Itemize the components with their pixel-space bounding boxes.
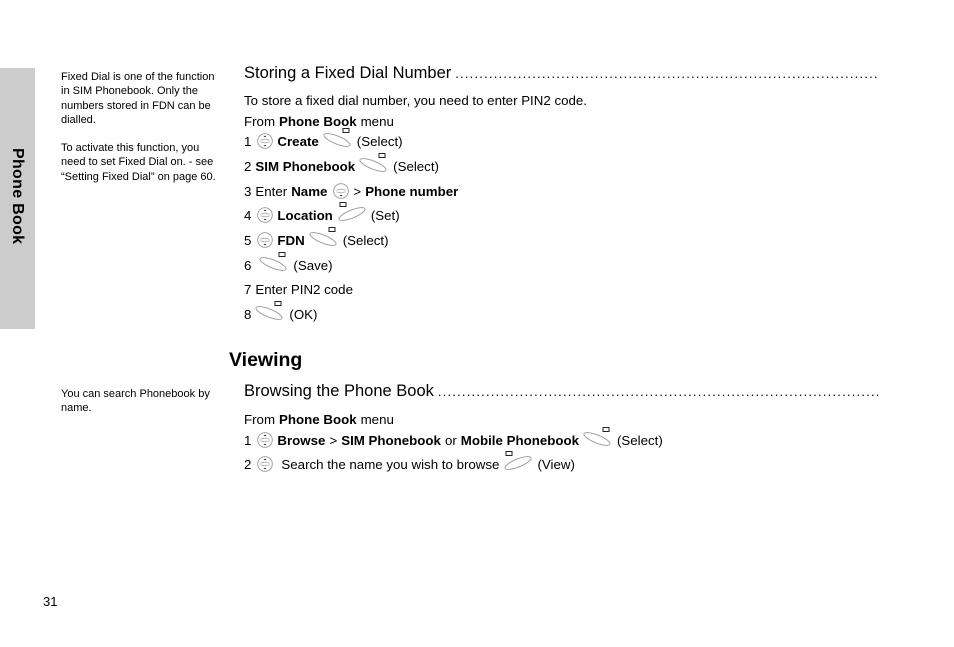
step-number: 7: [244, 281, 252, 297]
left-soft-key-icon: [503, 451, 533, 471]
navigation-key-up-down-icon: [257, 456, 274, 472]
step-text: Enter PIN2 code: [255, 281, 353, 297]
step-action: (View): [537, 456, 575, 472]
search-note-text: You can search Phonebook by name.: [61, 388, 210, 415]
step-number: 4: [244, 207, 252, 223]
storing-step-8: 8 (OK): [244, 301, 318, 323]
viewing-section-title: Viewing: [229, 349, 303, 371]
step-separator: >: [329, 432, 338, 448]
step-option: Browse: [277, 432, 326, 448]
storing-step-4: 4 Location (Set): [244, 202, 400, 224]
storing-heading: Storing a Fixed Dial Number: [244, 64, 878, 83]
browsing-step-2: 2 Search the name you wish to browse (Vi…: [244, 451, 575, 473]
step-option-2: Phone number: [365, 183, 459, 199]
step-option: FDN: [277, 232, 305, 248]
chapter-side-tab: Phone Book: [0, 68, 35, 329]
right-soft-key-icon: [309, 227, 339, 247]
step-separator: >: [353, 183, 362, 199]
step-number: 1: [244, 432, 252, 448]
step-action: (Select): [342, 232, 389, 248]
menu-name: Phone Book: [279, 411, 357, 427]
storing-intro: To store a fixed dial number, you need t…: [244, 91, 587, 109]
storing-step-2: 2 SIM Phonebook (Select): [244, 153, 439, 175]
chapter-label: Phone Book: [9, 148, 26, 245]
navigation-key-down-icon: [333, 183, 350, 199]
step-number: 8: [244, 306, 252, 322]
browsing-step-1: 1 Browse > SIM Phonebook or Mobile Phone…: [244, 427, 663, 449]
storing-step-5: 5 FDN (Select): [244, 227, 389, 249]
navigation-key-up-down-icon: [257, 207, 274, 223]
step-option-3: Mobile Phonebook: [460, 432, 579, 448]
storing-from-menu: From Phone Book menu: [244, 112, 394, 130]
browsing-heading-text: Browsing the Phone Book: [244, 382, 434, 400]
step-option: Name: [291, 183, 328, 199]
step-option: SIM Phonebook: [255, 158, 356, 174]
storing-step-7: 7 Enter PIN2 code: [244, 280, 353, 298]
right-soft-key-icon: [323, 128, 353, 148]
step-option: Location: [277, 207, 333, 223]
step-action: (Select): [356, 133, 403, 149]
step-action: (Save): [293, 257, 333, 273]
step-prefix: Enter: [255, 183, 288, 199]
navigation-key-up-down-icon: [257, 133, 274, 149]
navigation-key-up-down-icon: [257, 432, 274, 448]
step-option-2: SIM Phonebook: [341, 432, 441, 448]
left-soft-key-icon: [337, 202, 367, 222]
step-action: (Select): [616, 432, 663, 448]
step-action: (Set): [370, 207, 400, 223]
dotted-leader: [455, 66, 878, 81]
step-number: 1: [244, 133, 252, 149]
right-soft-key-icon: [583, 427, 613, 447]
step-action: (Select): [393, 158, 439, 174]
fdn-margin-note: Fixed Dial is one of the function in SIM…: [61, 70, 226, 184]
from-suffix: menu: [360, 411, 394, 427]
browsing-heading: Browsing the Phone Book: [244, 382, 878, 401]
storing-intro-text: To store a fixed dial number, you need t…: [244, 92, 587, 108]
step-number: 5: [244, 232, 252, 248]
dotted-leader: [438, 384, 878, 399]
storing-step-6: 6 (Save): [244, 252, 333, 274]
step-number: 2: [244, 158, 252, 174]
browsing-from-menu: From Phone Book menu: [244, 410, 394, 428]
right-soft-key-icon: [259, 252, 289, 272]
navigation-key-down-icon: [257, 232, 274, 248]
step-text: Search the name you wish to browse: [281, 456, 500, 472]
storing-heading-text: Storing a Fixed Dial Number: [244, 64, 452, 82]
step-option: Create: [277, 133, 319, 149]
storing-step-1: 1 Create (Select): [244, 128, 403, 150]
fdn-note-para-2: To activate this function, you need to s…: [61, 142, 216, 183]
step-conjunction: or: [444, 432, 457, 448]
from-prefix: From: [244, 411, 276, 427]
step-action: (OK): [289, 306, 318, 322]
menu-name: Phone Book: [279, 113, 357, 129]
step-number: 3: [244, 183, 252, 199]
step-number: 2: [244, 456, 252, 472]
from-suffix: menu: [360, 113, 394, 129]
page-number: 31: [43, 594, 58, 609]
from-prefix: From: [244, 113, 276, 129]
right-soft-key-icon: [359, 153, 389, 173]
step-number: 6: [244, 257, 252, 273]
right-soft-key-icon: [255, 301, 285, 321]
search-margin-note: You can search Phonebook by name.: [61, 387, 226, 416]
storing-step-3: 3 Enter Name > Phone number: [244, 182, 458, 200]
fdn-note-para-1: Fixed Dial is one of the function in SIM…: [61, 71, 215, 126]
